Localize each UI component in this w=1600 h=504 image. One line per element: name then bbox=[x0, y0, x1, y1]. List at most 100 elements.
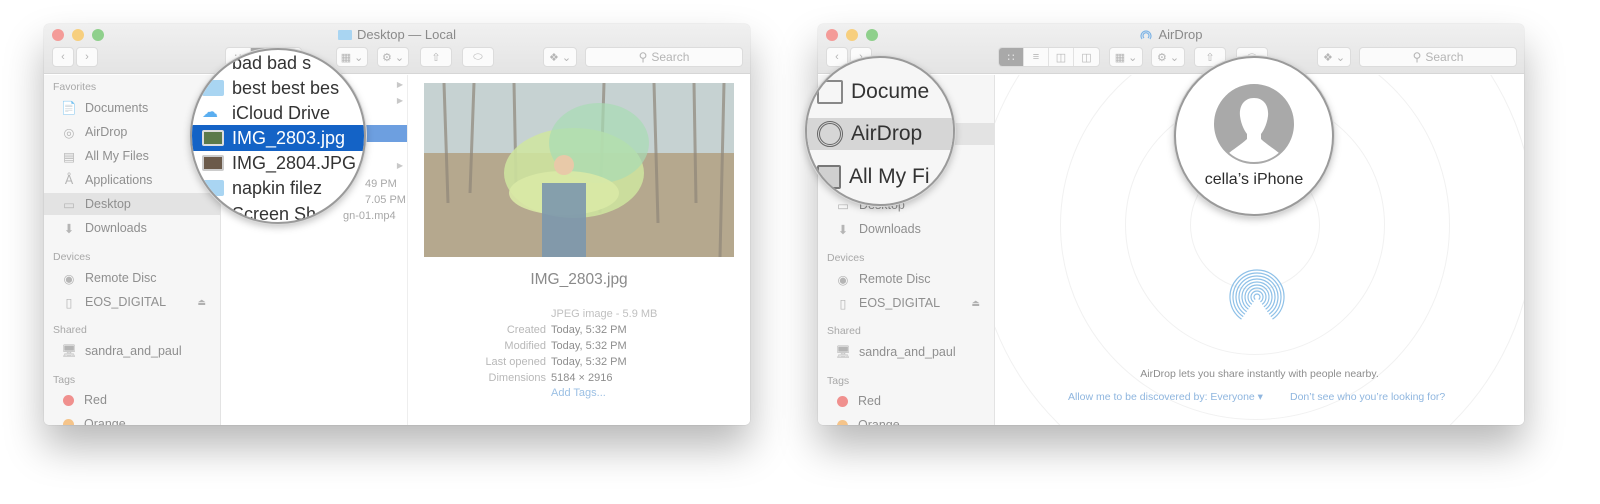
disc-icon: ◉ bbox=[837, 272, 849, 287]
shared-heading: Shared bbox=[827, 325, 861, 337]
dropbox-icon: ❖ bbox=[1322, 51, 1333, 64]
sidebar-tag-red[interactable]: Red bbox=[44, 389, 220, 411]
search-field[interactable]: ⚲ Search bbox=[1359, 47, 1517, 67]
sidebar-tag-orange[interactable]: Orange bbox=[818, 414, 994, 425]
window-title-text: Desktop — Local bbox=[357, 27, 456, 42]
file-name: IMG_2804.JPG bbox=[232, 152, 357, 173]
chevron-down-icon: ⌄ bbox=[1169, 51, 1180, 64]
sidebar-tag-red[interactable]: Red bbox=[818, 390, 994, 412]
sidebar-item-remote-disc[interactable]: ◉ Remote Disc bbox=[818, 268, 994, 290]
discoverability-dropdown[interactable]: Allow me to be discovered by: Everyone ▾ bbox=[1068, 391, 1263, 403]
documents-icon bbox=[817, 80, 843, 104]
chevron-down-icon: ⌄ bbox=[561, 51, 572, 64]
search-icon: ⚲ bbox=[638, 50, 648, 64]
chevron-down-icon: ⌄ bbox=[394, 51, 405, 64]
airdrop-description: AirDrop lets you share instantly with pe… bbox=[1140, 368, 1379, 380]
sidebar-item-eos-digital[interactable]: ▯ EOS_DIGITAL ⏏ bbox=[44, 291, 220, 313]
sidebar-item-sandra-and-paul[interactable]: 🖥 sandra_and_paul bbox=[44, 340, 220, 362]
tags-button[interactable]: ⬭ bbox=[462, 47, 494, 67]
airdrop-radar-icon bbox=[1229, 269, 1285, 320]
sidebar-item-eos-digital[interactable]: ▯ EOS_DIGITAL ⏏ bbox=[818, 292, 994, 314]
sidebar-item-label: sandra_and_paul bbox=[85, 344, 182, 358]
devices-heading: Devices bbox=[827, 252, 865, 264]
sidebar-item-label: Red bbox=[858, 394, 881, 408]
sidebar-item-airdrop[interactable]: AirDrop bbox=[807, 118, 953, 150]
file-date-text: 49 PM bbox=[365, 177, 397, 190]
preview-label: Last opened bbox=[485, 356, 546, 368]
preview-kind: JPEG image - 5.9 MB bbox=[551, 308, 658, 320]
favorites-heading: Favorites bbox=[53, 81, 97, 93]
window-title: Desktop — Local bbox=[44, 27, 750, 42]
disclosure-arrow-icon: ▶ bbox=[396, 161, 403, 170]
magnifier-file-list: bad bad s best best bes ☁ iCloud Drive IM… bbox=[190, 48, 366, 224]
add-tags-link[interactable]: Add Tags... bbox=[551, 387, 606, 399]
action-button[interactable]: ⚙ ⌄ bbox=[377, 47, 409, 67]
preview-label: Created bbox=[506, 324, 546, 336]
share-button[interactable]: ⇧ bbox=[420, 47, 452, 67]
preview-value: Today, 5:32 PM bbox=[551, 356, 627, 368]
device-name[interactable]: cella’s iPhone bbox=[1176, 171, 1332, 189]
eject-icon[interactable]: ⏏ bbox=[197, 297, 206, 308]
desktop-icon: ▭ bbox=[63, 197, 75, 212]
file-row[interactable]: IMG_2804.JPG bbox=[192, 150, 364, 176]
magnifier-sidebar: Docume AirDrop All My Fi bbox=[805, 56, 955, 206]
window-title-text: AirDrop bbox=[1158, 27, 1203, 42]
sidebar-tag-orange[interactable]: Orange bbox=[44, 413, 220, 425]
sidebar-item-label: All My Fi bbox=[849, 165, 930, 188]
file-row[interactable]: bad bad s bbox=[192, 50, 364, 76]
disclosure-arrow-icon: ▶ bbox=[396, 96, 403, 105]
list-view-button[interactable]: ≡ bbox=[1024, 48, 1049, 66]
airdrop-arc bbox=[1238, 278, 1276, 313]
file-name: Screen Sh bbox=[232, 203, 317, 224]
arrange-button[interactable]: ▦ ⌄ bbox=[1109, 47, 1143, 67]
sidebar-item-all-my-files[interactable]: All My Fi bbox=[807, 161, 953, 193]
share-icon: ⇧ bbox=[431, 51, 441, 64]
action-button[interactable]: ⚙ ⌄ bbox=[1151, 47, 1185, 67]
file-row[interactable]: napkin filez bbox=[192, 175, 364, 201]
downloads-icon: ⬇ bbox=[837, 222, 849, 237]
airdrop-icon bbox=[817, 121, 843, 147]
icon-view-button[interactable]: ∷ bbox=[999, 48, 1024, 66]
all-my-files-icon: ▤ bbox=[63, 149, 75, 164]
sidebar-item-label: Red bbox=[84, 393, 107, 407]
sidebar-item-label: Downloads bbox=[85, 221, 147, 235]
sidebar-item-sandra-and-paul[interactable]: 🖥 sandra_and_paul bbox=[818, 341, 994, 363]
airdrop-arc bbox=[1250, 290, 1264, 303]
preview-row-modified: Modified Today, 5:32 PM bbox=[408, 340, 748, 356]
file-row-selected[interactable]: IMG_2803.jpg bbox=[192, 125, 364, 151]
video-icon bbox=[202, 206, 224, 222]
image-preview bbox=[424, 83, 734, 257]
back-button[interactable]: ‹ bbox=[52, 47, 74, 67]
file-row[interactable]: best best bes bbox=[192, 75, 364, 101]
file-date-text: 7.05 PM bbox=[365, 193, 406, 206]
search-field[interactable]: ⚲ Search bbox=[585, 47, 743, 67]
file-name: napkin filez bbox=[232, 177, 323, 198]
file-row[interactable]: ☁ iCloud Drive bbox=[192, 100, 364, 126]
file-name: bad bad s bbox=[232, 52, 312, 73]
sidebar-item-label: sandra_and_paul bbox=[859, 345, 956, 359]
sidebar-item-remote-disc[interactable]: ◉ Remote Disc bbox=[44, 267, 220, 289]
person-avatar-icon bbox=[1214, 84, 1294, 164]
cover-flow-button[interactable]: ◫ bbox=[1074, 48, 1099, 66]
forward-button[interactable]: › bbox=[76, 47, 98, 67]
help-link[interactable]: Don’t see who you’re looking for? bbox=[1290, 391, 1445, 403]
dropbox-button[interactable]: ❖ ⌄ bbox=[1317, 47, 1351, 67]
window-title: AirDrop bbox=[818, 27, 1524, 42]
sidebar-item-label: AirDrop bbox=[851, 122, 923, 145]
sidebar-item-label: Docume bbox=[851, 80, 930, 103]
all-my-files-icon bbox=[817, 165, 841, 189]
eject-icon[interactable]: ⏏ bbox=[971, 298, 980, 309]
disclosure-arrow-icon: ▶ bbox=[396, 80, 403, 89]
gear-icon: ⚙ bbox=[1156, 51, 1167, 64]
red-tag-icon bbox=[837, 395, 848, 407]
dropbox-button[interactable]: ❖ ⌄ bbox=[543, 47, 577, 67]
sidebar-item-documents[interactable]: Docume bbox=[807, 77, 953, 107]
file-row[interactable]: Screen Sh bbox=[192, 201, 364, 224]
sidebar-item-downloads[interactable]: ⬇ Downloads bbox=[818, 218, 994, 240]
sidebar-item-label: Orange bbox=[858, 418, 900, 425]
column-view-button[interactable]: ◫ bbox=[1049, 48, 1074, 66]
sidebar-item-label: Documents bbox=[85, 101, 149, 115]
file-name: IMG_2803.jpg bbox=[232, 127, 346, 148]
share-icon: ⇧ bbox=[1205, 51, 1215, 64]
applications-icon: Å bbox=[64, 173, 74, 187]
